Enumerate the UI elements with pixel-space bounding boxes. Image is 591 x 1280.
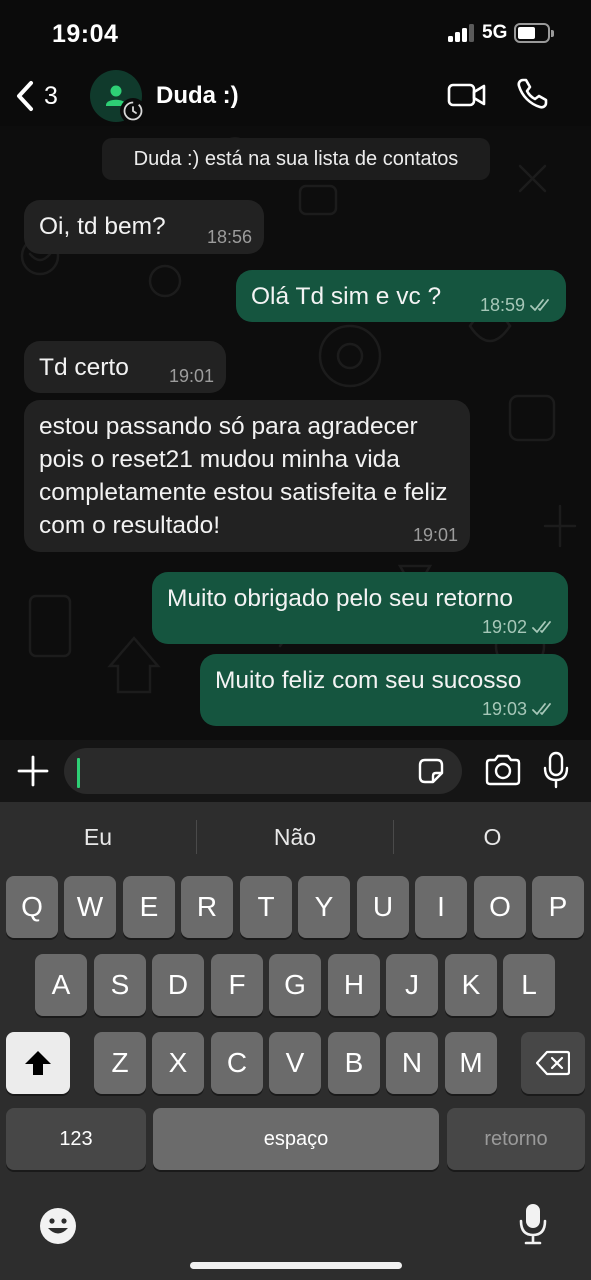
chevron-left-icon (17, 81, 33, 111)
suggestion-bar: Eu Não O (0, 802, 591, 872)
video-camera-icon (447, 83, 486, 107)
composer-bar (0, 740, 591, 802)
key-i[interactable]: I (415, 876, 467, 938)
double-check-icon (532, 703, 551, 715)
key-h[interactable]: H (328, 954, 380, 1016)
sticker-icon (418, 758, 444, 784)
attach-button[interactable] (14, 752, 52, 790)
chat-area[interactable]: Duda :) está na sua lista de contatos Oi… (0, 126, 591, 740)
dictation-button[interactable] (518, 1202, 548, 1246)
message-text: Td certo (39, 354, 129, 381)
key-v[interactable]: V (269, 1032, 321, 1094)
system-notice: Duda :) está na sua lista de contatos (102, 138, 490, 180)
key-c[interactable]: C (211, 1032, 263, 1094)
message-bubble-incoming[interactable]: Oi, td bem? 18:56 (24, 200, 264, 254)
double-check-icon (532, 621, 551, 633)
message-time: 19:02 (482, 616, 556, 638)
message-bubble-incoming[interactable]: Td certo 19:01 (24, 341, 226, 393)
voice-call-button[interactable] (514, 76, 550, 112)
key-k[interactable]: K (445, 954, 497, 1016)
suggestion-item[interactable]: O (394, 816, 591, 858)
key-e[interactable]: E (123, 876, 175, 938)
status-bar: 19:04 5G (0, 0, 591, 64)
key-u[interactable]: U (357, 876, 409, 938)
message-text: Muito feliz com seu sucosso (215, 667, 522, 694)
voice-message-button[interactable] (542, 751, 570, 789)
key-p[interactable]: P (532, 876, 584, 938)
video-call-button[interactable] (446, 78, 488, 112)
key-f[interactable]: F (211, 954, 263, 1016)
key-j[interactable]: J (386, 954, 438, 1016)
sticker-button[interactable] (416, 756, 446, 786)
key-d[interactable]: D (152, 954, 204, 1016)
message-text: Olá Td sim e vc ? (251, 283, 442, 310)
battery-icon (514, 23, 554, 43)
key-s[interactable]: S (94, 954, 146, 1016)
key-b[interactable]: B (328, 1032, 380, 1094)
text-cursor (77, 758, 80, 788)
message-bubble-outgoing[interactable]: Olá Td sim e vc ? 18:59 (236, 270, 566, 322)
numbers-key[interactable]: 123 (6, 1108, 146, 1170)
phone-icon (517, 78, 548, 109)
contact-name[interactable]: Duda :) (156, 82, 239, 110)
backspace-icon (535, 1050, 571, 1076)
key-r[interactable]: R (181, 876, 233, 938)
key-m[interactable]: M (445, 1032, 497, 1094)
message-input[interactable] (64, 748, 462, 794)
message-time: 18:56 (206, 227, 252, 247)
message-time: 19:03 (482, 698, 556, 720)
chat-header: 3 Duda :) (0, 64, 591, 126)
message-text: Muito obrigado pelo seu retorno (167, 585, 513, 612)
key-w[interactable]: W (64, 876, 116, 938)
key-o[interactable]: O (474, 876, 526, 938)
network-type: 5G (482, 22, 508, 43)
message-bubble-outgoing[interactable]: Muito obrigado pelo seu retorno 19:02 (152, 572, 568, 644)
emoji-button[interactable] (38, 1206, 78, 1246)
message-text: Oi, td bem? (39, 213, 166, 240)
camera-icon (485, 754, 521, 786)
suggestion-item[interactable]: Eu (0, 816, 196, 858)
message-time: 19:01 (168, 366, 214, 386)
shift-arrow-icon (25, 1051, 51, 1075)
key-l[interactable]: L (503, 954, 555, 1016)
shift-key[interactable] (6, 1032, 70, 1094)
backspace-key[interactable] (521, 1032, 585, 1094)
key-n[interactable]: N (386, 1032, 438, 1094)
message-text: estou passando só para agradecer pois o … (39, 413, 448, 539)
message-bubble-incoming[interactable]: estou passando só para agradecer pois o … (24, 400, 470, 552)
key-y[interactable]: Y (298, 876, 350, 938)
message-bubble-outgoing[interactable]: Muito feliz com seu sucosso 19:03 (200, 654, 568, 726)
home-indicator[interactable] (190, 1262, 402, 1269)
microphone-icon (519, 1204, 547, 1245)
plus-icon (17, 755, 49, 787)
back-button[interactable]: 3 (14, 76, 74, 116)
unread-count: 3 (44, 81, 58, 110)
signal-icon (448, 24, 476, 42)
key-z[interactable]: Z (94, 1032, 146, 1094)
status-time: 19:04 (52, 20, 119, 48)
emoji-icon (40, 1208, 76, 1244)
space-key[interactable]: espaço (153, 1108, 439, 1170)
message-time: 18:59 (480, 294, 554, 316)
return-key[interactable]: retorno (447, 1108, 585, 1170)
double-check-icon (530, 299, 549, 311)
camera-button[interactable] (484, 753, 522, 787)
key-g[interactable]: G (269, 954, 321, 1016)
key-q[interactable]: Q (6, 876, 58, 938)
key-t[interactable]: T (240, 876, 292, 938)
message-time: 19:01 (412, 525, 458, 545)
key-x[interactable]: X (152, 1032, 204, 1094)
suggestion-item[interactable]: Não (197, 816, 393, 858)
key-a[interactable]: A (35, 954, 87, 1016)
microphone-icon (543, 751, 569, 789)
keyboard: Eu Não O Q W E R T Y U I O P A S D F G H… (0, 802, 591, 1280)
clock-icon (120, 98, 146, 124)
